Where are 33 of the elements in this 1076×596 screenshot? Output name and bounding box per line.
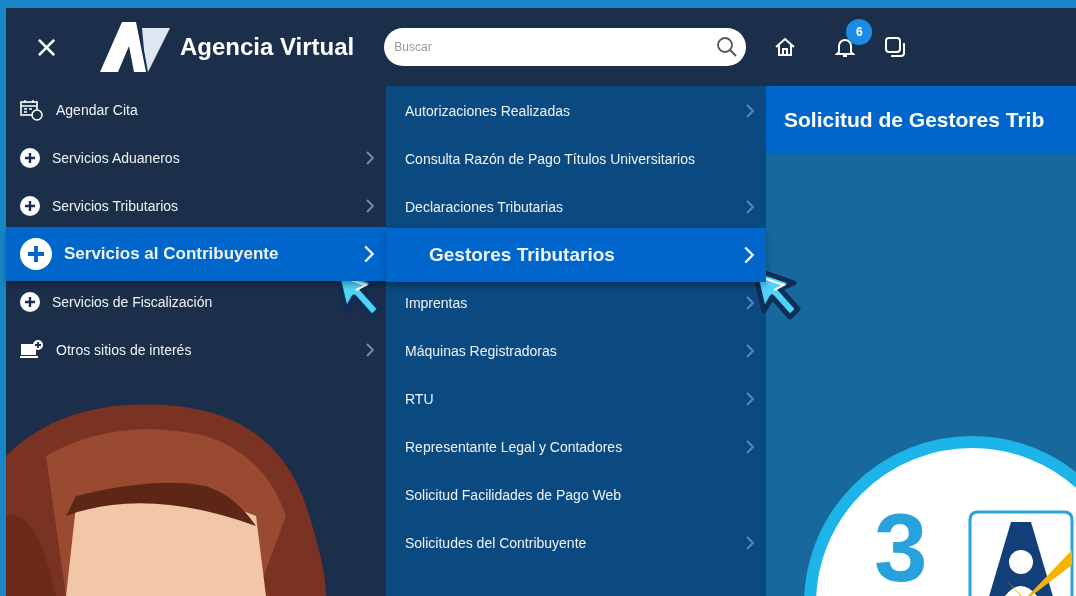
menu-item[interactable]: Otros sitios de interés [6,326,386,374]
plus-icon [20,292,40,312]
brand-name: Agencia Virtual [180,33,355,61]
search-icon [716,36,739,58]
submenu-item[interactable]: Solicitud Facilidades de Pago Web [386,471,766,519]
menu-item[interactable]: Servicios al Contribuyente [6,227,386,281]
submenu-item[interactable]: Imprentas [386,279,766,327]
submenu-item[interactable]: Declaraciones Tributarias [386,183,766,231]
menu-item[interactable]: Servicios de Fiscalización [6,278,386,326]
windows-icon[interactable] [884,36,907,58]
submenu-item[interactable]: Solicitudes del Contribuyente [386,519,766,567]
menu-item[interactable]: Servicios Tributarios [6,182,386,230]
close-button[interactable]: × [34,32,58,62]
notification-badge: 6 [846,19,873,45]
submenu-item[interactable]: RTU [386,375,766,423]
submenu-item[interactable]: Gestores Tributarios [386,228,766,282]
monitor-icon [20,339,44,361]
page-title: Solicitud de Gestores Trib [766,86,1076,154]
home-icon[interactable] [774,37,797,57]
logo-number: 3 [874,500,928,596]
search-field[interactable]: Buscar [384,28,747,66]
submenu-item[interactable]: Representante Legal y Contadores [386,423,766,471]
plus-icon [20,238,52,270]
menu-item[interactable]: Agendar Cita [6,86,386,134]
submenu-item[interactable]: Máquinas Registradoras [386,327,766,375]
submenu-item[interactable]: Autorizaciones Realizadas [386,87,766,135]
submenu-item[interactable]: Consulta Razón de Pago Títulos Universitarios [386,135,766,183]
plus-icon [20,196,40,216]
menu-item[interactable]: Servicios Aduaneros [6,134,386,182]
plus-icon [20,148,40,168]
logo-icon [98,20,172,74]
bell-icon[interactable] [834,36,857,58]
calendar-icon [20,99,44,121]
